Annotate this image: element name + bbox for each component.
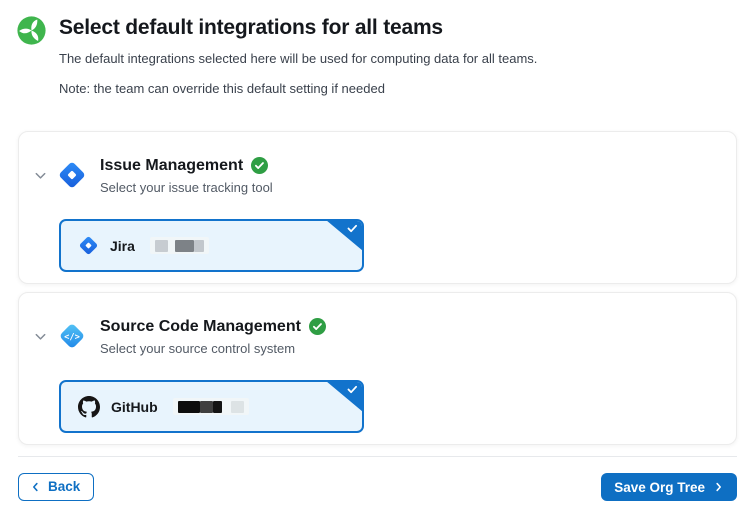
source-code-icon: </> [57,321,87,351]
jira-icon [57,160,87,190]
tool-option-github[interactable]: GitHub [59,380,364,433]
check-circle-icon [309,318,326,335]
sections-container: Issue Management Select your issue track… [0,131,755,445]
section-issue-management: Issue Management Select your issue track… [18,131,737,284]
section-subtitle: Select your source control system [100,341,326,356]
redacted-text [173,398,249,415]
selected-check-badge [326,381,363,412]
section-header: </> Source Code Management Select your s… [33,316,716,356]
selected-check-badge [326,220,363,251]
redacted-block [213,401,222,413]
tool-option-jira[interactable]: Jira [59,219,364,272]
section-subtitle: Select your issue tracking tool [100,180,273,195]
page-note: Note: the team can override this default… [59,81,737,97]
chevron-left-icon [30,481,41,493]
chevron-right-icon [713,481,724,493]
footer: Back Save Org Tree [18,456,737,501]
page-title: Select default integrations for all team… [59,15,737,41]
redacted-block [194,240,204,252]
section-header: Issue Management Select your issue track… [33,155,716,195]
back-button-label: Back [48,479,80,494]
page-description: The default integrations selected here w… [59,51,737,67]
back-button[interactable]: Back [18,473,94,501]
redacted-block [231,401,244,413]
jira-icon [78,235,99,256]
section-title: Issue Management [100,156,243,175]
chevron-down-icon[interactable] [33,329,48,344]
page-header: Select default integrations for all team… [0,0,755,97]
save-org-tree-button[interactable]: Save Org Tree [601,473,737,501]
check-circle-icon [251,157,268,174]
section-title: Source Code Management [100,317,301,336]
brand-logo-icon [17,16,46,50]
section-source-code-management: </> Source Code Management Select your s… [18,292,737,445]
chevron-down-icon[interactable] [33,168,48,183]
redacted-block [175,240,194,252]
github-icon [78,396,100,418]
svg-text:</>: </> [64,333,80,343]
redacted-text [150,237,209,254]
redacted-block [178,401,200,413]
redacted-block [155,240,168,252]
tool-label: GitHub [111,399,158,415]
save-button-label: Save Org Tree [614,480,705,495]
redacted-block [200,401,213,413]
tool-label: Jira [110,238,135,254]
